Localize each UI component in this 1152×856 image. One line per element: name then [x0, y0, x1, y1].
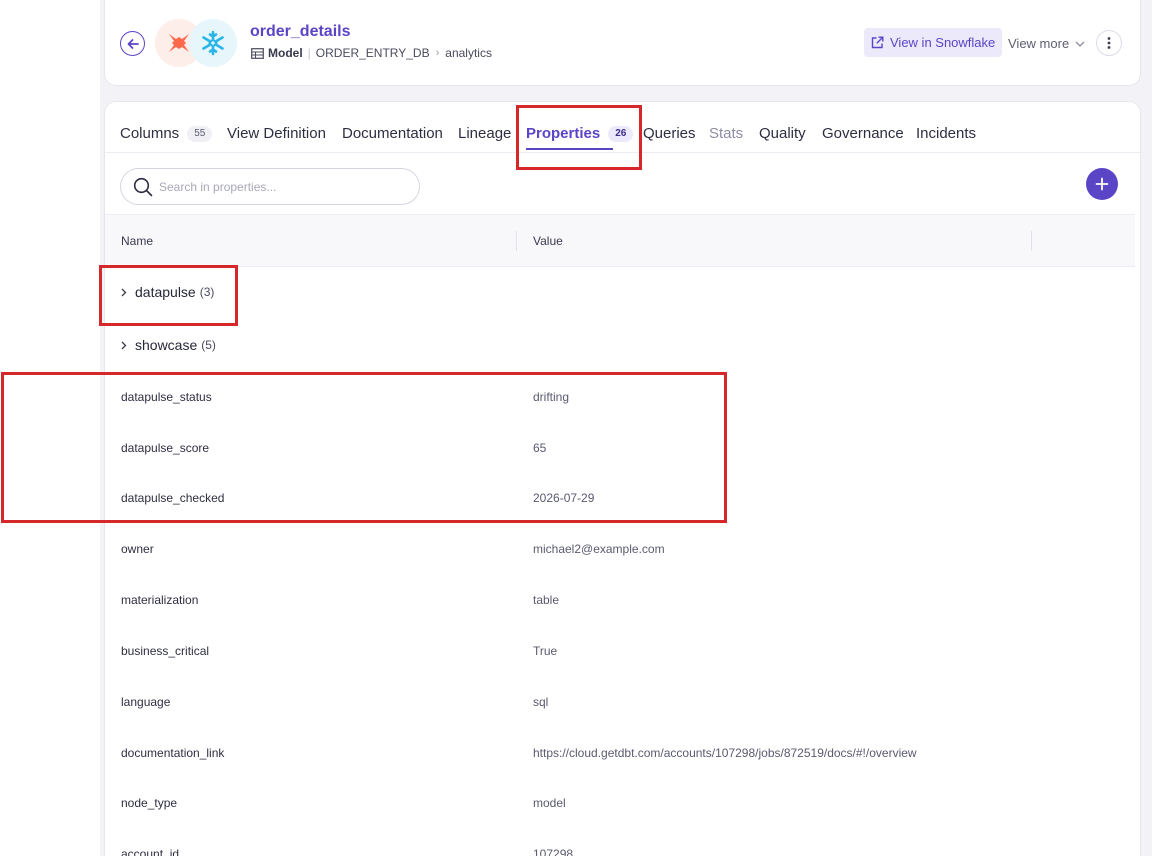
property-value: drifting: [533, 390, 570, 404]
database-name: ORDER_ENTRY_DB: [315, 46, 430, 60]
view-in-snowflake-label: View in Snowflake: [890, 35, 996, 50]
property-name: datapulse_checked: [121, 491, 225, 505]
chevron-down-icon: [1075, 41, 1085, 47]
tab-label: Documentation: [342, 125, 443, 142]
tab-label: Quality: [759, 125, 806, 142]
property-value: model: [533, 796, 566, 810]
tab-view-definition[interactable]: View Definition: [227, 125, 326, 142]
tab-quality[interactable]: Quality: [759, 125, 806, 142]
table-row: business_critical True: [105, 626, 1135, 677]
tab-label: Lineage: [458, 125, 512, 142]
group-row-showcase[interactable]: showcase (5): [121, 337, 216, 353]
tab-stats[interactable]: Stats: [709, 125, 743, 142]
view-more-button[interactable]: View more: [1008, 36, 1085, 51]
tab-queries[interactable]: Queries: [643, 125, 696, 142]
tab-label: Stats: [709, 125, 744, 142]
view-in-snowflake-button[interactable]: View in Snowflake: [864, 28, 1003, 57]
tab-governance[interactable]: Governance: [822, 125, 904, 142]
search-icon: [133, 177, 153, 196]
group-row-datapulse[interactable]: datapulse (3): [121, 284, 214, 300]
property-value: 65: [533, 441, 547, 455]
table-row: materialization table: [105, 575, 1135, 626]
active-tab-indicator: [526, 148, 613, 150]
external-link-icon: [871, 36, 884, 49]
property-name: documentation_link: [121, 746, 225, 760]
column-header-name: Name: [121, 234, 154, 248]
column-divider[interactable]: [516, 231, 517, 251]
main-card: Columns 55 View Definition Documentation…: [104, 101, 1141, 856]
property-value: michael2@example.com: [533, 542, 665, 556]
snowflake-logo-icon: [189, 19, 237, 67]
property-name: account_id: [121, 847, 180, 856]
tab-bar: Columns 55 View Definition Documentation…: [105, 102, 1140, 153]
view-more-label: View more: [1008, 36, 1070, 51]
group-count: (5): [201, 338, 216, 352]
column-divider[interactable]: [1031, 231, 1032, 251]
meta-separator: |: [307, 46, 311, 60]
tab-label: Incidents: [916, 125, 977, 142]
tab-properties[interactable]: Properties 26: [526, 125, 634, 142]
asset-logos: [155, 18, 241, 68]
property-value: sql: [533, 695, 549, 709]
properties-count-badge: 26: [608, 125, 634, 142]
more-options-button[interactable]: [1096, 30, 1122, 56]
header-card: order_details Model | ORDER_ENTRY_DB › a…: [104, 0, 1141, 86]
table-row: documentation_link https://cloud.getdbt.…: [105, 728, 1135, 779]
property-value: table: [533, 593, 560, 607]
table-header: Name Value: [105, 214, 1135, 267]
table-row: node_type model: [105, 778, 1135, 829]
add-property-button[interactable]: [1086, 168, 1118, 200]
page-title: order_details: [250, 23, 351, 40]
chevron-right-icon: [121, 341, 127, 349]
tab-label: View Definition: [227, 125, 326, 142]
table-row: datapulse_score 65: [105, 423, 1135, 474]
search-box: [120, 168, 420, 205]
tab-label: Governance: [822, 125, 904, 142]
kebab-icon: [1107, 37, 1111, 49]
table-row: account_id 107298: [105, 829, 1135, 856]
tab-label: Columns: [120, 125, 180, 142]
asset-meta: Model | ORDER_ENTRY_DB › analytics: [251, 46, 492, 60]
arrow-left-icon: [127, 38, 139, 49]
property-name: owner: [121, 542, 154, 556]
left-panel: [0, 0, 100, 856]
schema-name: analytics: [445, 46, 492, 60]
property-name: business_critical: [121, 644, 210, 658]
property-name: language: [121, 695, 171, 709]
table-row: language sql: [105, 677, 1135, 728]
column-header-value: Value: [533, 234, 563, 248]
tab-lineage[interactable]: Lineage: [458, 125, 511, 142]
tab-label: Properties: [526, 125, 601, 142]
tab-documentation[interactable]: Documentation: [342, 125, 443, 142]
tab-columns[interactable]: Columns 55: [120, 125, 213, 142]
table-row: datapulse_checked 2026-07-29: [105, 473, 1135, 524]
property-name: datapulse_score: [121, 441, 210, 455]
table-icon: [251, 47, 264, 59]
table-row: datapulse_status drifting: [105, 372, 1135, 423]
tab-incidents[interactable]: Incidents: [916, 125, 976, 142]
back-button[interactable]: [120, 31, 145, 56]
search-input[interactable]: [159, 179, 399, 194]
property-value: 2026-07-29: [533, 491, 595, 505]
group-name: datapulse: [135, 284, 196, 300]
group-count: (3): [199, 285, 215, 299]
chevron-right-icon: ›: [435, 47, 440, 59]
property-name: datapulse_status: [121, 390, 212, 404]
group-name: showcase: [135, 337, 198, 353]
table-row: owner michael2@example.com: [105, 524, 1135, 575]
property-value: https://cloud.getdbt.com/accounts/107298…: [533, 746, 917, 760]
property-value: 107298: [533, 847, 574, 856]
columns-count-badge: 55: [187, 125, 213, 142]
property-name: node_type: [121, 796, 178, 810]
property-value: True: [533, 644, 558, 658]
property-name: materialization: [121, 593, 199, 607]
asset-type: Model: [268, 46, 303, 60]
plus-icon: [1095, 177, 1109, 191]
chevron-right-icon: [121, 288, 127, 296]
tab-label: Queries: [643, 125, 696, 142]
